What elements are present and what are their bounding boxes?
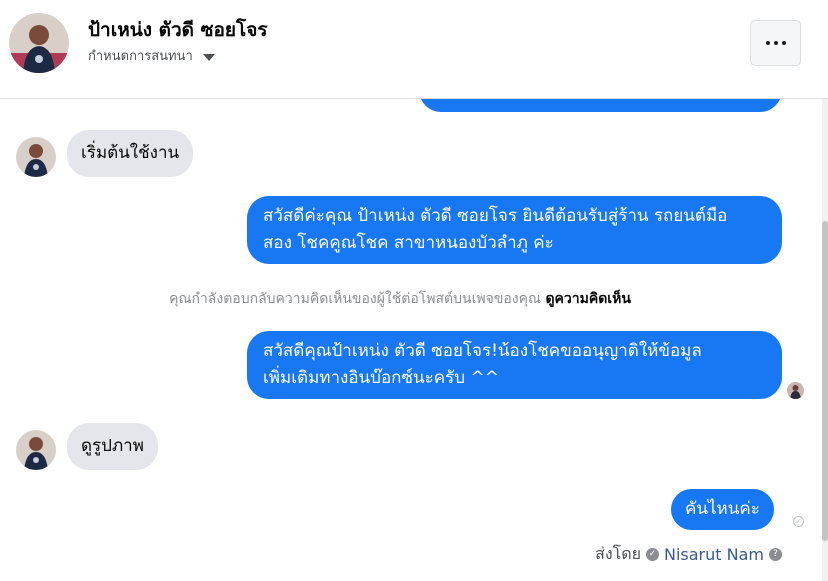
message-text: สวัสดีคุณป้าเหน่ง ตัวดี ซอยโจร!น้องโชคขอ…: [263, 341, 702, 361]
avatar[interactable]: [16, 430, 56, 470]
caret-down-icon: [202, 53, 215, 61]
message-text: ดูรูปภาพ: [81, 436, 144, 456]
sent-by-label: ส่งโดย: [595, 544, 641, 563]
message-text: คันไหนค่ะ: [685, 499, 760, 519]
view-comment-link[interactable]: ดูความคิดเห็น: [545, 291, 630, 307]
help-icon[interactable]: ?: [769, 548, 782, 561]
notice-text: คุณกำลังตอบกลับความคิดเห็นของผู้ใช้ต่อโพ…: [169, 291, 541, 307]
message-text: สอง โชคคูณโชค สาขาหนองบัวลำภู ค่ะ: [263, 233, 554, 253]
message-bubble-incoming: ดูรูปภาพ: [67, 423, 158, 470]
message-bubble-outgoing: สวัสดีค่ะคุณ ป้าเหน่ง ตัวดี ซอยโจร ยินดี…: [247, 196, 782, 264]
sent-by-info: ส่งโดย ✓ Nisarut Nam ?: [595, 542, 782, 567]
avatar[interactable]: [9, 13, 69, 73]
contact-name[interactable]: ป้าเหน่ง ตัวดี ซอยโจร: [88, 15, 268, 45]
message-text: เพิ่มเติมทางอินบ๊อกซ์นะครับ ^^: [263, 368, 499, 388]
message-bubble-incoming: เริ่มต้นใช้งาน: [67, 130, 194, 177]
scrollbar-thumb[interactable]: [822, 221, 828, 541]
message-bubble-outgoing: คันไหนค่ะ: [671, 489, 774, 530]
more-options-button[interactable]: [750, 20, 801, 66]
message-bubble-outgoing-cut: [419, 99, 782, 112]
verified-icon: ✓: [646, 548, 659, 561]
conversation-settings[interactable]: กำหนดการสนทนา: [88, 45, 215, 66]
avatar[interactable]: [16, 137, 56, 177]
scrollbar[interactable]: [822, 99, 828, 581]
message-bubble-outgoing: สวัสดีคุณป้าเหน่ง ตัวดี ซอยโจร!น้องโชคขอ…: [247, 331, 782, 399]
comment-reply-notice: คุณกำลังตอบกลับความคิดเห็นของผู้ใช้ต่อโพ…: [0, 288, 800, 310]
sent-check-icon: ✓: [793, 516, 804, 527]
conversation-header: ป้าเหน่ง ตัวดี ซอยโจร กำหนดการสนทนา: [0, 0, 828, 99]
sender-name[interactable]: Nisarut Nam: [664, 545, 764, 564]
message-text: เริ่มต้นใช้งาน: [81, 143, 180, 163]
more-horizontal-icon: [765, 41, 770, 45]
conversation-settings-label: กำหนดการสนทนา: [88, 49, 193, 64]
message-thread[interactable]: เริ่มต้นใช้งาน สวัสดีค่ะคุณ ป้าเหน่ง ตัว…: [0, 99, 828, 581]
message-text: สวัสดีค่ะคุณ ป้าเหน่ง ตัวดี ซอยโจร ยินดี…: [263, 206, 728, 226]
read-receipt-avatar: [787, 382, 804, 399]
